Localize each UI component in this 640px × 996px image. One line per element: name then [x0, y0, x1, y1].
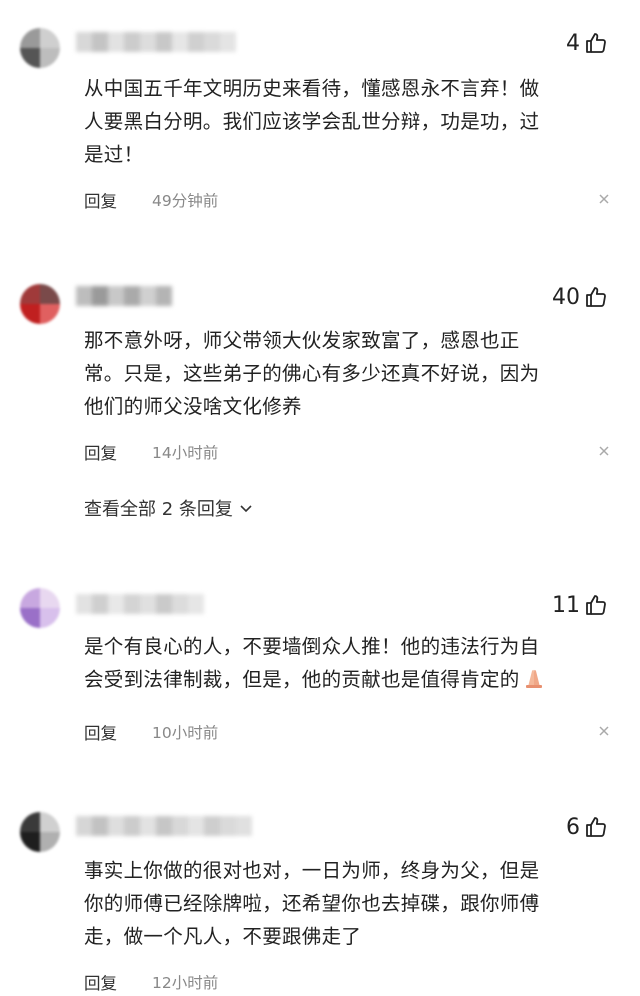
- like-count: 40: [552, 284, 580, 310]
- comment-text: 事实上你做的很对也对，一日为师，终身为父，但是 你的师傅已经除牌啦，还希望你也去…: [84, 859, 540, 948]
- timestamp: 12小时前: [152, 974, 219, 992]
- username-blurred[interactable]: [76, 816, 252, 836]
- reply-row: 回复 14小时前: [84, 440, 609, 466]
- like-button[interactable]: 11: [552, 588, 608, 622]
- reply-row: 回复 49分钟前: [84, 188, 609, 214]
- reply-button[interactable]: 回复: [84, 188, 117, 212]
- username-blurred[interactable]: [76, 32, 236, 52]
- avatar[interactable]: [20, 588, 60, 628]
- username-blurred[interactable]: [76, 594, 204, 614]
- praying-hands-emoji: [525, 669, 542, 688]
- view-all-replies-link[interactable]: 查看全部 2 条回复: [84, 495, 253, 521]
- like-button[interactable]: 6: [566, 810, 608, 844]
- comment-text: 从中国五千年文明历史来看待，懂感恩永不言弃！做 人要黑白分明。我们应该学会乱世分…: [84, 77, 540, 166]
- comment-text: 是个有良心的人，不要墙倒众人推！他的违法行为自 会受到法律制裁，但是，他的贡献也…: [84, 630, 614, 696]
- reply-button[interactable]: 回复: [84, 720, 117, 744]
- reply-row: 回复 12小时前: [84, 970, 604, 996]
- timestamp: 49分钟前: [152, 192, 219, 210]
- timestamp: 14小时前: [152, 444, 219, 462]
- avatar[interactable]: [20, 28, 60, 68]
- comment-item: 40 那不意外呀，师父带领大伙发家致富了，感恩也正 常。只是，这些弟子的佛心有多…: [0, 280, 640, 530]
- username-blurred[interactable]: [76, 286, 172, 306]
- reply-button[interactable]: 回复: [84, 970, 117, 994]
- like-count: 6: [566, 814, 580, 840]
- timestamp: 10小时前: [152, 724, 219, 742]
- like-thumb-icon: [586, 595, 606, 615]
- comment-item: 4 从中国五千年文明历史来看待，懂感恩永不言弃！做 人要黑白分明。我们应该学会乱…: [0, 26, 640, 226]
- like-thumb-icon: [586, 287, 606, 307]
- like-button[interactable]: 4: [566, 26, 608, 60]
- like-count: 4: [566, 30, 580, 56]
- like-thumb-icon: [586, 33, 606, 53]
- like-count: 11: [552, 592, 580, 618]
- close-icon[interactable]: [596, 722, 612, 738]
- comment-item: 11 是个有良心的人，不要墙倒众人推！他的违法行为自 会受到法律制裁，但是，他的…: [0, 588, 640, 758]
- reply-row: 回复 10小时前: [84, 720, 609, 746]
- close-icon[interactable]: [596, 190, 612, 206]
- reply-button[interactable]: 回复: [84, 440, 117, 464]
- close-icon[interactable]: [596, 442, 612, 458]
- comment-item: 6 事实上你做的很对也对，一日为师，终身为父，但是 你的师傅已经除牌啦，还希望你…: [0, 810, 640, 993]
- like-thumb-icon: [586, 817, 606, 837]
- like-button[interactable]: 40: [552, 280, 608, 314]
- avatar[interactable]: [20, 284, 60, 324]
- avatar[interactable]: [20, 812, 60, 852]
- comment-text: 那不意外呀，师父带领大伙发家致富了，感恩也正 常。只是，这些弟子的佛心有多少还真…: [84, 329, 540, 418]
- chevron-down-icon: [240, 505, 252, 513]
